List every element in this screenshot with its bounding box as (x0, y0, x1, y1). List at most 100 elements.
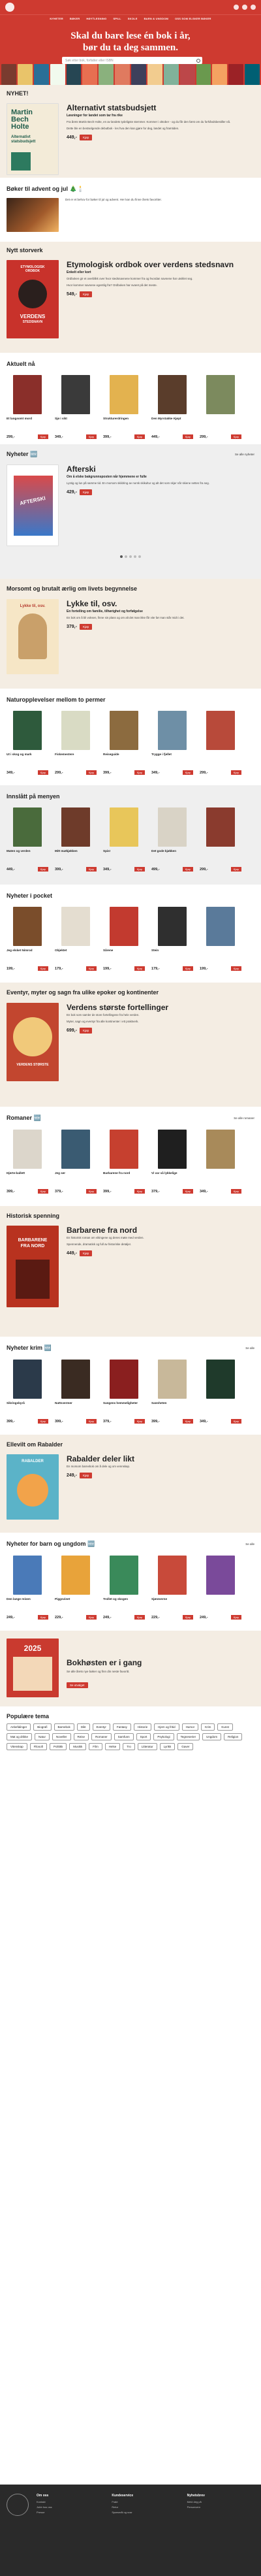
tag-chip[interactable]: Sport (136, 1733, 151, 1740)
footer-link[interactable]: Personvern (187, 2505, 254, 2509)
footer-link[interactable]: Kontakt (37, 2500, 104, 2503)
search-input[interactable]: Søk etter bok, forfatter eller ISBN (62, 57, 202, 64)
book-cover[interactable] (7, 372, 48, 414)
buy-button[interactable]: Kjøp (182, 1189, 193, 1194)
book-card[interactable]: Mitt matkjøkken 399,- Kjøp (55, 805, 97, 872)
book-cover[interactable] (7, 904, 48, 946)
book-title[interactable]: Trygge i fjellet (151, 753, 193, 768)
book-cover[interactable]: Martin Bech Holte Alternativt statsbudsjett (7, 103, 59, 175)
buy-button[interactable]: Kjøp (134, 867, 145, 872)
book-title[interactable]: Reiseguide (103, 753, 145, 768)
see-all-link[interactable]: Se alle (245, 1346, 254, 1350)
book-title[interactable]: Hjerte-ballett (7, 1171, 48, 1187)
book-cover[interactable] (200, 708, 241, 750)
buy-button[interactable]: Kjøp (37, 1419, 48, 1424)
buy-button[interactable]: Kjøp (182, 966, 193, 971)
footer-link[interactable]: Retur (112, 2505, 179, 2509)
book-cover[interactable]: RABALDER (7, 1454, 59, 1520)
buy-button[interactable]: Kjøp (85, 1615, 97, 1620)
book-card[interactable]: Sårene 199,- Kjøp (103, 904, 145, 971)
book-cover[interactable] (200, 904, 241, 946)
buy-button[interactable]: Kjøp (182, 1615, 193, 1620)
book-card[interactable]: 249,- Kjøp (200, 1553, 241, 1620)
buy-button[interactable]: Kjøp (79, 1473, 93, 1478)
book-card[interactable]: 349,- Kjøp (200, 1127, 241, 1194)
book-title[interactable]: Et langsomt mord (7, 417, 48, 432)
book-card[interactable]: 299,- Kjøp (200, 708, 241, 775)
book-cover[interactable] (55, 1127, 97, 1169)
tag-chip[interactable]: Hjem og fritid (154, 1723, 179, 1731)
footer-link[interactable]: Frakt (112, 2500, 179, 2503)
tag-chip[interactable]: Gaver (177, 1743, 194, 1750)
buy-button[interactable]: Kjøp (79, 1250, 93, 1256)
book-title[interactable]: Sjørøverne (151, 1597, 193, 1613)
book-cover[interactable] (200, 372, 241, 414)
feature-title[interactable]: Lykke til, osv. (67, 599, 254, 608)
book-title[interactable]: Maten og verden (7, 849, 48, 865)
book-title[interactable] (200, 1171, 241, 1187)
buy-button[interactable]: Kjøp (230, 867, 241, 872)
feature-title[interactable]: Etymologisk ordbok over verdens stedsnav… (67, 260, 254, 269)
buy-button[interactable]: Kjøp (79, 624, 93, 630)
tag-chip[interactable]: Lyrikk (159, 1743, 176, 1750)
tag-chip[interactable]: Tegneserier (176, 1733, 200, 1740)
book-card[interactable]: Reiseguide 399,- Kjøp (103, 708, 145, 775)
book-title[interactable]: Barbarene fra nord (103, 1171, 145, 1187)
book-card[interactable]: Stein 179,- Kjøp (151, 904, 193, 971)
nav-item[interactable]: NYHETER (50, 17, 63, 20)
book-card[interactable]: 199,- Kjøp (200, 904, 241, 971)
book-card[interactable]: Sikringsbyrå 399,- Kjøp (7, 1357, 48, 1424)
book-card[interactable]: Hjerte-ballett 399,- Kjøp (7, 1127, 48, 1194)
buy-button[interactable]: Kjøp (37, 1615, 48, 1620)
feature-title[interactable]: Verdens største fortellinger (67, 1003, 254, 1012)
book-title[interactable] (200, 949, 241, 964)
tag-chip[interactable]: Natur (35, 1733, 50, 1740)
book-card[interactable]: Sannheten 399,- Kjøp (151, 1357, 193, 1424)
buy-button[interactable]: Kjøp (85, 770, 97, 775)
book-cover[interactable] (55, 372, 97, 414)
book-title[interactable]: Sikringsbyrå (7, 1401, 48, 1417)
buy-button[interactable]: Kjøp (85, 1419, 97, 1424)
tag-chip[interactable]: Krim (201, 1723, 215, 1731)
heart-icon[interactable] (242, 5, 247, 10)
footer-link[interactable]: Jobb hos oss (37, 2505, 104, 2509)
tag-chip[interactable]: Mat og drikke (7, 1733, 33, 1740)
tag-chip[interactable]: Eventyr (92, 1723, 110, 1731)
book-title[interactable]: Nattsvermer (55, 1401, 97, 1417)
book-title[interactable]: Den Myrstakke Kjøpt (151, 417, 193, 432)
nav-item[interactable]: SKOLE (128, 17, 138, 20)
book-title[interactable] (200, 1401, 241, 1417)
nav-item[interactable]: HØYTLESNING (86, 17, 106, 20)
book-card[interactable]: Jeg elsket Nimrod 199,- Kjøp (7, 904, 48, 971)
book-cover[interactable] (151, 1357, 193, 1399)
buy-button[interactable]: Kjøp (134, 1419, 145, 1424)
tag-chip[interactable]: Tro (123, 1743, 135, 1750)
tag-chip[interactable]: Vitenskap (7, 1743, 27, 1750)
book-card[interactable]: 299,- Kjøp (200, 805, 241, 872)
book-cover[interactable] (55, 904, 97, 946)
tag-chip[interactable]: Humor (181, 1723, 199, 1731)
book-title[interactable]: Objektet (55, 949, 97, 964)
book-cover[interactable] (7, 1357, 48, 1399)
tag-chip[interactable]: Anbefalinger (7, 1723, 31, 1731)
kalender-title[interactable]: Bokhøsten er i gang (67, 1658, 254, 1667)
logo[interactable] (5, 3, 14, 12)
see-all-link[interactable]: Se alle (245, 1542, 254, 1546)
buy-button[interactable]: Kjøp (79, 489, 93, 495)
footer-link[interactable]: Presse (37, 2511, 104, 2514)
nav-item[interactable]: BARN & UNGDOM (144, 17, 169, 20)
book-cover[interactable] (151, 1553, 193, 1595)
book-cover[interactable] (103, 805, 145, 847)
book-cover[interactable] (151, 372, 193, 414)
book-card[interactable]: Trygge i fjellet 349,- Kjøp (151, 708, 193, 775)
buy-button[interactable]: Kjøp (134, 966, 145, 971)
footer-link[interactable]: Spørsmål og svar (112, 2511, 179, 2514)
buy-button[interactable]: Kjøp (85, 1189, 97, 1194)
buy-button[interactable]: Kjøp (79, 135, 93, 140)
book-card[interactable]: Barbarene fra nord 399,- Kjøp (103, 1127, 145, 1194)
book-card[interactable]: Sangens hemmeligheter 379,- Kjøp (103, 1357, 145, 1424)
book-cover[interactable] (103, 1357, 145, 1399)
book-title[interactable] (200, 849, 241, 865)
book-cover[interactable]: ETYMOLOGISK ORDBOK VERDENS STEDSNAVN (7, 260, 59, 338)
tag-chip[interactable]: Litteratur (137, 1743, 157, 1750)
